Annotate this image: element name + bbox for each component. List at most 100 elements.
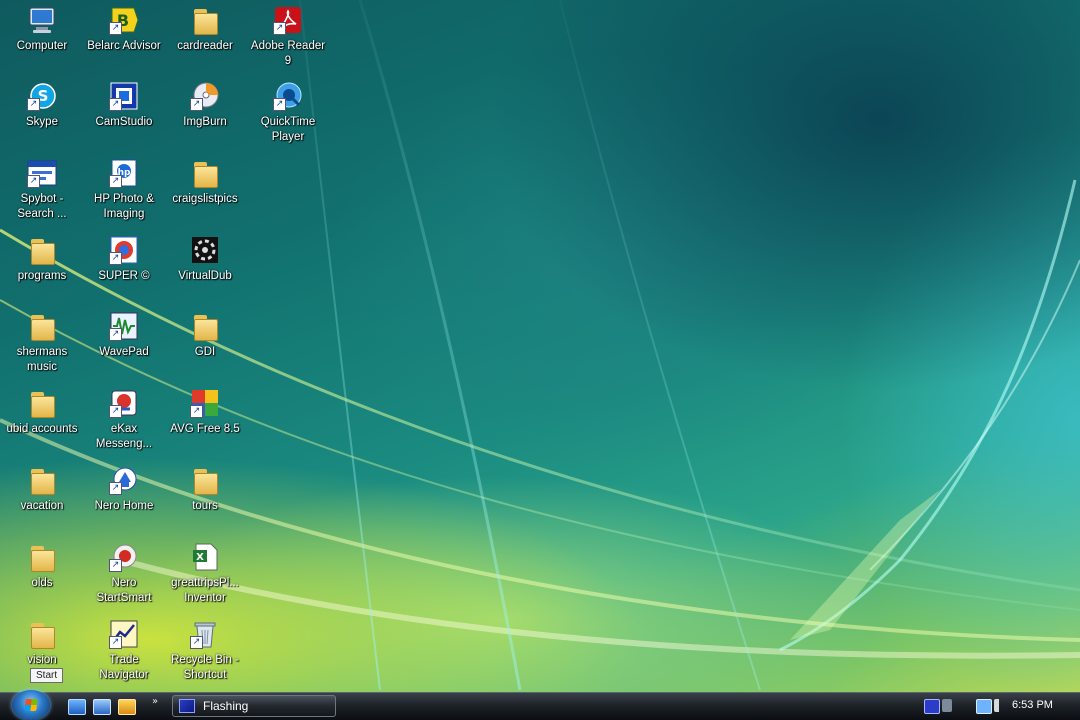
shortcut-arrow-icon: ↗ bbox=[190, 98, 203, 111]
clock[interactable]: 6:53 PM bbox=[1012, 699, 1053, 711]
desktop-icon-ubid-accounts[interactable]: ubid accounts bbox=[2, 387, 82, 437]
desktop-icon-hp-photo-imaging[interactable]: hp ↗ HP Photo & Imaging bbox=[84, 157, 164, 222]
desktop-icon-excel-file[interactable]: X greattripsPl... Inventor bbox=[165, 541, 245, 606]
quick-launch-more-button[interactable]: » bbox=[152, 696, 158, 707]
desktop-icon-programs[interactable]: programs bbox=[2, 234, 82, 284]
desktop-icon-label: programs bbox=[17, 270, 67, 282]
folder-icon bbox=[26, 387, 58, 419]
computer-icon bbox=[26, 4, 58, 36]
system-tray bbox=[918, 694, 1080, 718]
desktop-icon-label: HP Photo & Imaging bbox=[94, 193, 154, 220]
desktop-icon-skype[interactable]: S ↗ Skype bbox=[2, 80, 82, 130]
flashing-app-icon bbox=[179, 699, 195, 713]
desktop-icon-label: greattripsPl... Inventor bbox=[171, 577, 239, 604]
messenger-icon: ↗ bbox=[108, 387, 140, 419]
desktop-icon-spybot[interactable]: ↗ Spybot - Search ... bbox=[2, 157, 82, 222]
folder-icon bbox=[26, 541, 58, 573]
desktop-icon-super[interactable]: ↗ SUPER © bbox=[84, 234, 164, 284]
desktop-icon-wavepad[interactable]: ↗ WavePad bbox=[84, 310, 164, 360]
media-player-icon[interactable] bbox=[118, 699, 136, 715]
super-icon: ↗ bbox=[108, 234, 140, 266]
desktop-icon-label: AVG Free 8.5 bbox=[170, 423, 240, 435]
nero-startsmart-icon: ↗ bbox=[108, 541, 140, 573]
desktop-icon-computer[interactable]: Computer bbox=[2, 4, 82, 54]
desktop-icon-label: CamStudio bbox=[95, 116, 153, 128]
nero-home-icon: ↗ bbox=[108, 464, 140, 496]
folder-icon bbox=[189, 310, 221, 342]
start-button[interactable] bbox=[12, 690, 50, 720]
desktop-icon-vision[interactable]: vision bbox=[2, 618, 82, 668]
taskbar-button-label: Flashing bbox=[203, 699, 249, 713]
shortcut-arrow-icon: ↗ bbox=[27, 98, 40, 111]
desktop-icon-craigslistpics[interactable]: craigslistpics bbox=[165, 157, 245, 207]
desktop-icon-label: vacation bbox=[20, 500, 64, 512]
desktop-icon-recycle-bin[interactable]: ↗ Recycle Bin - Shortcut bbox=[165, 618, 245, 683]
desktop-icon-label: SUPER © bbox=[98, 270, 150, 282]
desktop-icon-cardreader[interactable]: cardreader bbox=[165, 4, 245, 54]
desktop-icon-quicktime[interactable]: ↗ QuickTime Player bbox=[248, 80, 328, 145]
desktop-icon-label: Trade Navigator bbox=[99, 654, 149, 681]
desktop-icon-shermans-music[interactable]: shermans music bbox=[2, 310, 82, 375]
desktop-icon-label: ubid accounts bbox=[6, 423, 78, 435]
desktop-icon-adobe-reader[interactable]: ↗ Adobe Reader 9 bbox=[248, 4, 328, 69]
shortcut-arrow-icon: ↗ bbox=[109, 175, 122, 188]
folder-icon bbox=[26, 464, 58, 496]
desktop-icon-label: Nero Home bbox=[94, 500, 154, 512]
desktop-icon-belarc-advisor[interactable]: B ↗ Belarc Advisor bbox=[84, 4, 164, 54]
desktop-icon-imgburn[interactable]: ↗ ImgBurn bbox=[165, 80, 245, 130]
shortcut-arrow-icon: ↗ bbox=[109, 636, 122, 649]
show-desktop-icon[interactable] bbox=[68, 699, 86, 715]
shortcut-arrow-icon: ↗ bbox=[109, 405, 122, 418]
shortcut-arrow-icon: ↗ bbox=[109, 559, 122, 572]
desktop-icon-label: Belarc Advisor bbox=[87, 40, 161, 52]
desktop-icon-nero-home[interactable]: ↗ Nero Home bbox=[84, 464, 164, 514]
desktop-icon-label: GDI bbox=[194, 346, 216, 358]
shortcut-arrow-icon: ↗ bbox=[109, 98, 122, 111]
desktop[interactable]: Computer S ↗ Skype ↗ Spybot - Search ...… bbox=[0, 0, 1080, 720]
shortcut-arrow-icon: ↗ bbox=[273, 98, 286, 111]
desktop-icon-avg-free[interactable]: ↗ AVG Free 8.5 bbox=[165, 387, 245, 437]
desktop-icon-label: Skype bbox=[26, 116, 58, 128]
quicktime-icon: ↗ bbox=[272, 80, 304, 112]
volume-icon[interactable] bbox=[994, 699, 1006, 712]
desktop-icon-label: ImgBurn bbox=[183, 116, 227, 128]
desktop-icon-tours[interactable]: tours bbox=[165, 464, 245, 514]
shortcut-arrow-icon: ↗ bbox=[190, 636, 203, 649]
spybot-icon: ↗ bbox=[26, 157, 58, 189]
shortcut-arrow-icon: ↗ bbox=[109, 252, 122, 265]
trade-navigator-icon: ↗ bbox=[108, 618, 140, 650]
app-tray-icon[interactable] bbox=[924, 699, 940, 714]
desktop-icon-virtualdub[interactable]: VirtualDub bbox=[165, 234, 245, 284]
taskbar-button-flashing[interactable]: Flashing bbox=[172, 695, 336, 717]
start-tooltip: Start bbox=[30, 668, 64, 683]
belarc-advisor-icon: B ↗ bbox=[108, 4, 140, 36]
desktop-icon-gdi[interactable]: GDI bbox=[165, 310, 245, 360]
desktop-icon-olds[interactable]: olds bbox=[2, 541, 82, 591]
desktop-icon-label: Spybot - Search ... bbox=[17, 193, 67, 220]
desktop-icon-nero-startsmart[interactable]: ↗ Nero StartSmart bbox=[84, 541, 164, 606]
network-icon[interactable] bbox=[942, 699, 952, 712]
shortcut-arrow-icon: ↗ bbox=[109, 482, 122, 495]
folder-icon bbox=[26, 234, 58, 266]
desktop-icon-vacation[interactable]: vacation bbox=[2, 464, 82, 514]
shortcut-arrow-icon: ↗ bbox=[190, 405, 203, 418]
folder-icon bbox=[26, 310, 58, 342]
desktop-icon-label: Recycle Bin - Shortcut bbox=[171, 654, 239, 681]
skype-icon: S ↗ bbox=[26, 80, 58, 112]
desktop-icon-label: eKax Messeng... bbox=[95, 423, 153, 450]
svg-text:X: X bbox=[196, 552, 204, 563]
windows-logo-icon bbox=[24, 699, 38, 711]
desktop-icon-label: WavePad bbox=[99, 346, 149, 358]
desktop-icon-camstudio[interactable]: ↗ CamStudio bbox=[84, 80, 164, 130]
display-icon[interactable] bbox=[976, 699, 992, 714]
desktop-icon-trade-navigator[interactable]: ↗ Trade Navigator bbox=[84, 618, 164, 683]
imgburn-icon: ↗ bbox=[189, 80, 221, 112]
shortcut-arrow-icon: ↗ bbox=[109, 22, 122, 35]
wavepad-icon: ↗ bbox=[108, 310, 140, 342]
desktop-icon-label: VirtualDub bbox=[178, 270, 232, 282]
desktop-icon-label: cardreader bbox=[177, 40, 233, 52]
desktop-icon-ekax-messenger[interactable]: ↗ eKax Messeng... bbox=[84, 387, 164, 452]
switch-windows-icon[interactable] bbox=[93, 699, 111, 715]
desktop-icon-label: QuickTime Player bbox=[260, 116, 316, 143]
adobe-reader-icon: ↗ bbox=[272, 4, 304, 36]
